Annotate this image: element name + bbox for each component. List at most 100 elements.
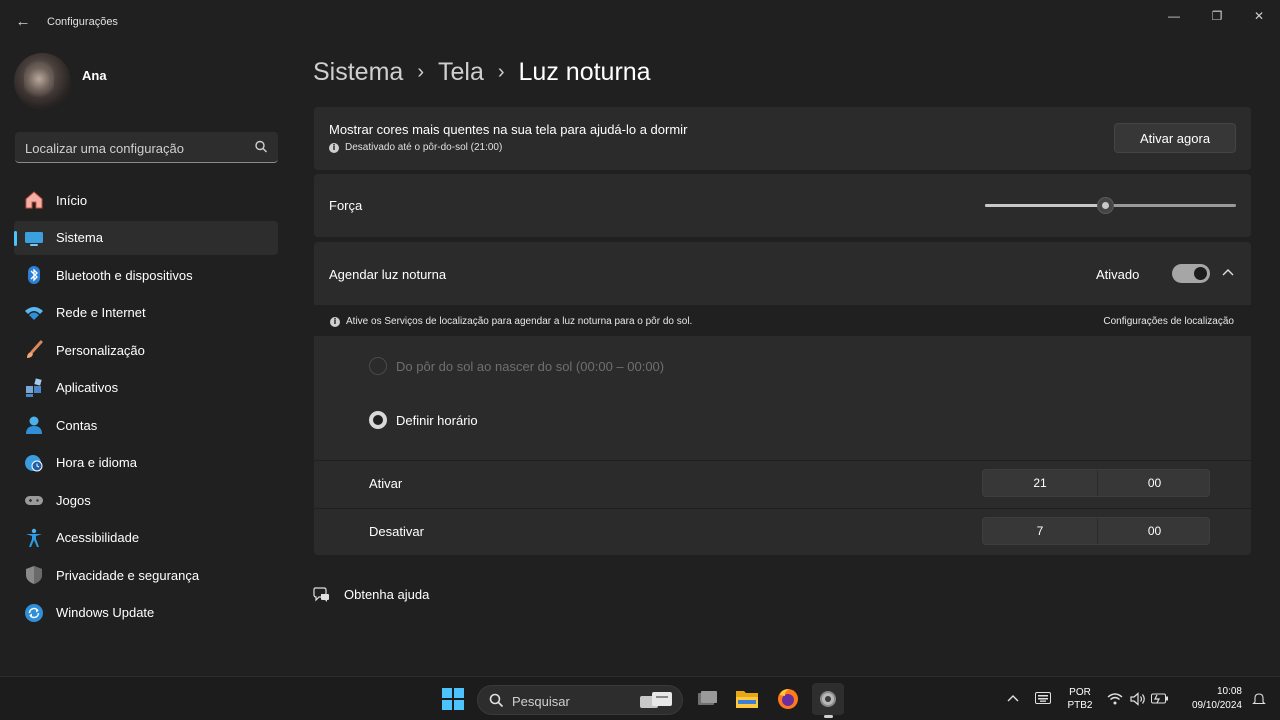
task-view-icon xyxy=(698,691,717,705)
breadcrumb: Sistema › Tela › Luz noturna xyxy=(313,55,651,89)
search-icon xyxy=(489,693,504,708)
strength-slider[interactable] xyxy=(985,197,1236,214)
update-icon xyxy=(24,603,44,623)
sidebar-item-label: Aplicativos xyxy=(56,380,119,395)
taskbar-search[interactable]: Pesquisar xyxy=(477,685,683,715)
schedule-card[interactable]: Agendar luz noturna Ativado xyxy=(314,242,1251,305)
sidebar-item-privacidade[interactable]: Privacidade e segurança xyxy=(14,558,278,592)
wifi-icon[interactable] xyxy=(1107,692,1123,705)
turn-off-row: Desativar 7 00 xyxy=(314,509,1251,555)
night-light-description: Mostrar cores mais quentes na sua tela p… xyxy=(329,122,688,137)
breadcrumb-tela[interactable]: Tela xyxy=(438,58,484,87)
start-button[interactable] xyxy=(437,683,469,715)
sidebar-item-windows-update[interactable]: Windows Update xyxy=(14,596,278,630)
brush-icon xyxy=(24,340,44,360)
sidebar-item-sistema[interactable]: Sistema xyxy=(14,220,278,255)
strength-slider-thumb[interactable] xyxy=(1096,197,1114,214)
back-button[interactable]: ← xyxy=(12,10,34,34)
notification-icon[interactable] xyxy=(1252,692,1266,706)
sidebar-item-label: Acessibilidade xyxy=(56,530,140,545)
sidebar-item-inicio[interactable]: Início xyxy=(14,183,278,217)
taskbar-search-label: Pesquisar xyxy=(512,694,570,709)
home-icon xyxy=(24,190,44,210)
schedule-toggle-state: Ativado xyxy=(1096,267,1140,282)
settings-app-button[interactable] xyxy=(812,683,844,718)
wifi-icon xyxy=(24,303,44,323)
clock[interactable]: 10:08 09/10/2024 xyxy=(1192,685,1242,713)
minimize-button[interactable]: — xyxy=(1152,4,1196,28)
close-button[interactable]: ✕ xyxy=(1237,4,1280,28)
title-bar: ← Configurações — ❐ ✕ xyxy=(0,0,1280,44)
search-highlight-icon xyxy=(640,692,672,708)
app-title: Configurações xyxy=(47,16,118,28)
sidebar-item-label: Bluetooth e dispositivos xyxy=(56,267,193,283)
sidebar-item-bluetooth[interactable]: Bluetooth e dispositivos xyxy=(14,258,278,292)
get-help-link[interactable]: Obtenha ajuda xyxy=(313,586,429,603)
task-view-button[interactable] xyxy=(691,683,723,715)
accessibility-icon xyxy=(24,528,44,548)
volume-icon[interactable] xyxy=(1130,692,1146,706)
sidebar-item-personalizacao[interactable]: Personalização xyxy=(14,333,278,367)
keyboard-icon[interactable] xyxy=(1035,692,1051,704)
avatar[interactable] xyxy=(14,53,71,110)
radio-sunset-label: Do pôr do sol ao nascer do sol (00:00 – … xyxy=(396,358,665,374)
folder-icon xyxy=(736,691,758,708)
turn-off-hour[interactable]: 7 xyxy=(983,518,1097,544)
chevron-up-icon[interactable] xyxy=(1219,264,1237,282)
battery-icon[interactable] xyxy=(1151,693,1169,704)
sidebar-item-jogos[interactable]: Jogos xyxy=(14,483,278,517)
night-light-status: i Desativado até o pôr-do-sol (21:00) xyxy=(329,142,502,153)
night-light-status-text: Desativado até o pôr-do-sol (21:00) xyxy=(345,142,503,153)
turn-off-minute[interactable]: 00 xyxy=(1097,518,1211,544)
search-input[interactable] xyxy=(25,138,245,158)
turn-on-time-picker[interactable]: 21 00 xyxy=(982,469,1210,497)
strength-slider-fill xyxy=(985,204,1106,207)
system-icon xyxy=(24,228,44,248)
search-icon[interactable] xyxy=(254,139,268,155)
globe-clock-icon xyxy=(24,453,44,473)
firefox-button[interactable] xyxy=(772,683,804,715)
help-chat-icon xyxy=(313,587,329,602)
sidebar-item-hora-idioma[interactable]: Hora e idioma xyxy=(14,446,278,480)
chevron-up-icon[interactable] xyxy=(1007,693,1019,703)
sidebar-item-acessibilidade[interactable]: Acessibilidade xyxy=(14,521,278,555)
firefox-icon xyxy=(778,689,798,709)
sidebar-item-label: Jogos xyxy=(56,492,91,508)
location-settings-link[interactable]: Configurações de localização xyxy=(1103,316,1234,327)
radio-sunset-to-sunrise[interactable]: Do pôr do sol ao nascer do sol (00:00 – … xyxy=(369,357,664,375)
radio-circle xyxy=(369,411,387,429)
clock-time: 10:08 xyxy=(1216,686,1242,697)
language-code: POR xyxy=(1069,687,1091,698)
file-explorer-button[interactable] xyxy=(731,683,763,715)
turn-on-minute[interactable]: 00 xyxy=(1097,470,1211,496)
maximize-button[interactable]: ❐ xyxy=(1195,4,1239,28)
schedule-toggle[interactable] xyxy=(1172,264,1210,283)
sidebar-item-rede[interactable]: Rede e Internet xyxy=(14,296,278,330)
sidebar-item-label: Windows Update xyxy=(56,605,155,620)
bluetooth-icon xyxy=(24,265,44,285)
sidebar-item-contas[interactable]: Contas xyxy=(14,408,278,442)
sidebar-item-aplicativos[interactable]: Aplicativos xyxy=(14,371,278,405)
clock-date: 09/10/2024 xyxy=(1191,700,1242,711)
sidebar-item-label: Início xyxy=(56,192,88,208)
active-app-indicator xyxy=(824,715,833,718)
breadcrumb-chevron-icon: › xyxy=(417,60,424,83)
turn-on-hour[interactable]: 21 xyxy=(983,470,1097,496)
schedule-options: Do pôr do sol ao nascer do sol (00:00 – … xyxy=(314,336,1251,460)
info-icon: i xyxy=(329,142,339,153)
turn-off-time-picker[interactable]: 7 00 xyxy=(982,517,1210,545)
schedule-label: Agendar luz noturna xyxy=(329,267,447,282)
search-box[interactable] xyxy=(15,132,278,163)
keyboard-layout: PTB2 xyxy=(1067,700,1093,711)
apps-icon xyxy=(24,377,44,398)
radio-circle xyxy=(369,357,387,375)
gear-icon xyxy=(820,691,836,707)
location-info-text: Ative os Serviços de localização para ag… xyxy=(346,316,693,327)
location-info-bar: i Ative os Serviços de localização para … xyxy=(314,306,1251,336)
input-language[interactable]: POR PTB2 xyxy=(1065,686,1095,712)
sidebar-item-label: Personalização xyxy=(56,342,145,358)
activate-now-button[interactable]: Ativar agora xyxy=(1114,123,1236,153)
shield-icon xyxy=(24,565,44,585)
breadcrumb-sistema[interactable]: Sistema xyxy=(313,58,403,87)
radio-set-hours[interactable]: Definir horário xyxy=(369,411,478,429)
